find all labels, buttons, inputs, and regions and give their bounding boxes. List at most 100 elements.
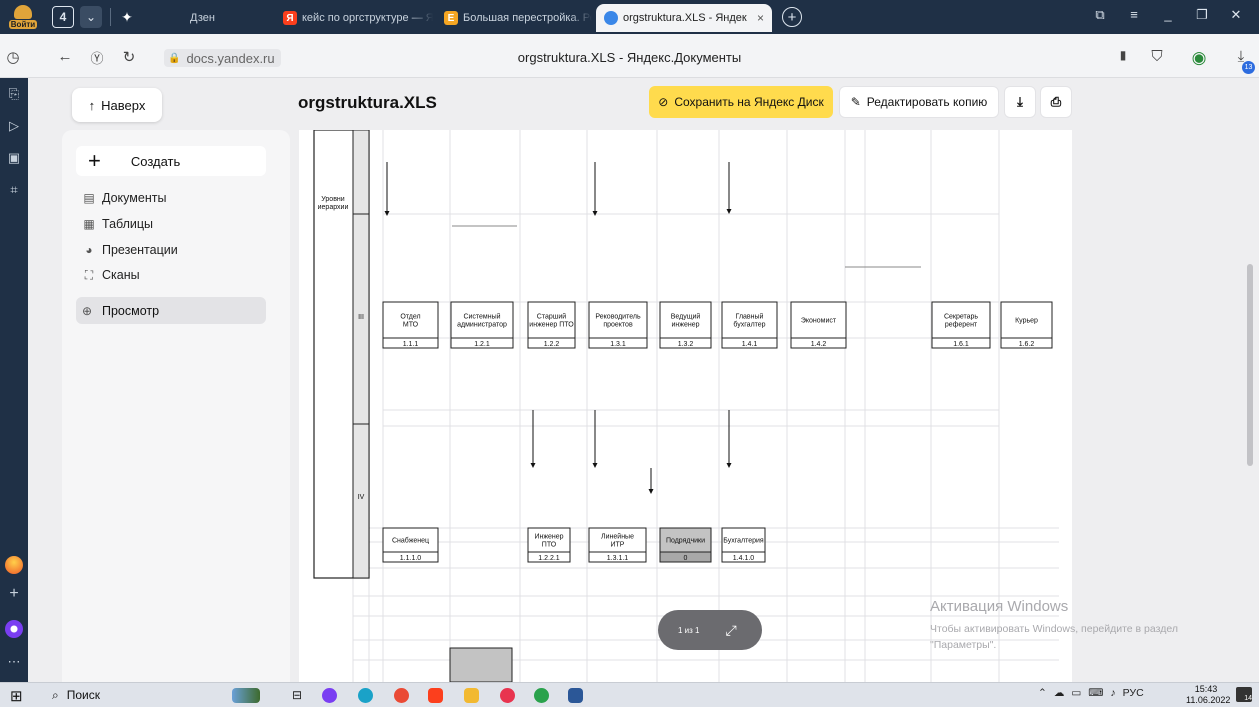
position-title: проектов (603, 322, 633, 329)
position-title: Ведущий (671, 313, 701, 321)
sidebar-item-documents[interactable]: ▤ Документы (82, 188, 166, 208)
level-ii-marker (352, 130, 370, 215)
more-icon[interactable]: ⋯ (4, 652, 24, 672)
windows-start-icon[interactable]: ⊞ (10, 687, 23, 705)
collections-icon[interactable]: ⎘ (4, 84, 24, 104)
down-arrow-icon (726, 162, 732, 214)
tab-orgstruktura-active[interactable]: orgstruktura.XLS - Яндек × (596, 4, 772, 32)
word-icon[interactable] (568, 688, 583, 703)
position-title: Системный (463, 313, 500, 321)
login-label: Войти (8, 20, 38, 29)
add-app-icon[interactable]: + (4, 584, 24, 604)
tabs-panel-icon[interactable]: ▣ (4, 148, 24, 168)
tab-dzen[interactable]: Дзен (140, 4, 270, 32)
position-code: 1.4.1.0 (733, 555, 755, 562)
divider (110, 8, 111, 26)
sidebar-item-view[interactable]: ⊕ Просмотр (76, 297, 266, 324)
play-icon[interactable]: ▷ (4, 116, 24, 136)
zen-app-icon[interactable] (5, 556, 23, 574)
network-icon[interactable]: ⌨ (1088, 687, 1103, 699)
expand-icon[interactable]: ⤢ (725, 622, 736, 639)
position-code: 1.6.1 (953, 341, 969, 348)
close-window-icon[interactable]: ✕ (1226, 7, 1246, 23)
utorrent-icon[interactable] (534, 688, 549, 703)
chevron-down-icon[interactable]: ⌄ (80, 6, 102, 28)
page-scrollbar[interactable] (1240, 78, 1259, 682)
document-title: orgstruktura.XLS (298, 93, 437, 112)
menu-icon[interactable]: ≡ (1124, 7, 1144, 22)
battery-icon[interactable]: ▭ (1071, 687, 1081, 699)
tab-title: Дзен (190, 12, 215, 24)
address-bar: ◷ ← Ⓨ ↻ 🔒 docs.yandex.ru orgstruktura.XL… (0, 34, 1259, 78)
plus-icon: + (88, 148, 101, 173)
browser-tab-strip: Войти 4 ⌄ ✦ Дзен Я кейс по оргструктуре … (0, 0, 1259, 34)
yandex-app-icon[interactable] (500, 688, 515, 703)
chrome-icon[interactable] (394, 688, 409, 703)
org-position-box: Секретарьреферент 1.6.1 (931, 301, 991, 349)
page-counter: 1 из 1 ⤢ (658, 610, 762, 650)
sidebar-item-scans[interactable]: ⛶ Сканы (82, 265, 140, 285)
bookmarks-panel-icon[interactable]: ⧉ (1090, 7, 1110, 23)
screenshot-icon[interactable]: ⌗ (4, 180, 24, 200)
sidebar-item-label: Презентации (102, 243, 178, 257)
minimize-icon[interactable]: _ (1158, 7, 1178, 22)
position-title: администратор (457, 322, 507, 329)
up-button[interactable]: ↑ Наверх (72, 88, 162, 122)
position-title: Линейные (601, 533, 634, 541)
save-to-disk-button[interactable]: ⊘ Сохранить на Яндекс Диск (649, 86, 833, 118)
article-icon: Е (444, 11, 458, 25)
new-tab-button[interactable]: + (782, 7, 802, 27)
search-icon: ⌕ (52, 687, 59, 702)
org-position-box: Снабженец 1.1.1.0 (382, 527, 439, 563)
edit-copy-button[interactable]: ✎ Редактировать копию (839, 86, 999, 118)
tab-count-button[interactable]: 4 (52, 6, 74, 28)
task-view-icon[interactable]: ⊟ (292, 688, 307, 703)
up-label: Наверх (101, 97, 146, 113)
alice-taskbar-icon[interactable] (322, 688, 337, 703)
sidebar-item-presentations[interactable]: ◕ Презентации (82, 240, 178, 260)
position-title: инженер (671, 322, 699, 329)
org-position-box: Главныйбухгалтер 1.4.1 (721, 301, 778, 349)
dzen-icon[interactable]: ✦ (118, 6, 136, 28)
edge-icon[interactable] (358, 688, 373, 703)
position-code: 1.3.1 (610, 341, 626, 348)
scrollbar-thumb[interactable] (1247, 264, 1253, 466)
protect-icon[interactable]: ⛉ (1148, 48, 1166, 65)
login-button[interactable]: Войти (7, 4, 39, 30)
create-button[interactable]: + Создать (76, 146, 266, 176)
org-position-box: ИнженерПТО 1.2.2.1 (527, 527, 571, 563)
print-button[interactable]: ⎙ (1040, 86, 1072, 118)
tab-big-restructure[interactable]: Е Большая перестройка. Ре (436, 4, 592, 32)
pencil-icon: ✎ (850, 95, 861, 109)
create-label: Создать (130, 153, 181, 169)
chevron-up-icon[interactable]: ⌃ (1038, 687, 1047, 699)
tab-orgstructure-case[interactable]: Я кейс по оргструктуре — Я (275, 4, 433, 32)
down-arrow-icon (648, 468, 654, 494)
close-tab-icon[interactable]: × (757, 11, 764, 25)
page-count-label: 1 из 1 (678, 625, 700, 635)
onedrive-icon[interactable]: ☁ (1054, 687, 1065, 699)
restore-icon[interactable]: ❐ (1192, 7, 1212, 23)
extension-icon[interactable]: ◉ (1190, 48, 1208, 68)
sidebar-item-tables[interactable]: ▦ Таблицы (82, 214, 153, 234)
position-title: Экономист (801, 318, 837, 325)
position-title: Старший (537, 313, 566, 321)
level-iv-label: IV (357, 494, 365, 501)
alice-icon[interactable] (5, 620, 23, 638)
document-icon: ▤ (83, 191, 95, 205)
position-title: ПТО (542, 542, 557, 549)
notifications-button[interactable]: 14 (1236, 687, 1252, 702)
down-arrow-icon (530, 410, 536, 468)
volume-icon[interactable]: ♪ (1110, 687, 1115, 699)
down-arrow-icon (592, 162, 598, 216)
org-position-box: Старшийинженер ПТО 1.2.2 (527, 301, 576, 349)
bookmark-icon[interactable]: ▮ (1114, 48, 1132, 62)
file-explorer-icon[interactable] (464, 688, 479, 703)
position-title: МТО (403, 322, 419, 329)
time: 15:43 (1194, 684, 1218, 694)
language-indicator[interactable]: РУС (1123, 687, 1144, 699)
download-button[interactable]: ⤓ (1004, 86, 1036, 118)
bird-widget-icon[interactable] (232, 688, 260, 703)
yandex-browser-icon[interactable] (428, 688, 443, 703)
clock[interactable]: 15:43 11.06.2022 (1186, 684, 1230, 706)
